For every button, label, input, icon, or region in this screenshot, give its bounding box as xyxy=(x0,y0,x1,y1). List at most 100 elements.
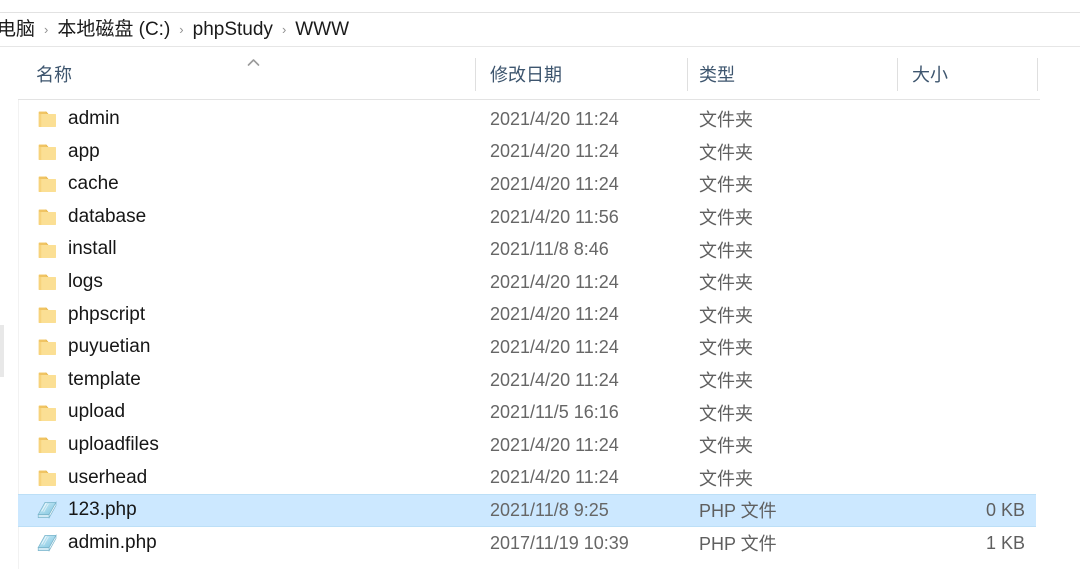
cell-type: 文件夹 xyxy=(699,403,753,424)
breadcrumb-item-3[interactable]: phpStudy xyxy=(193,13,273,47)
breadcrumb-item-1[interactable]: 电脑 xyxy=(0,13,35,47)
column-divider-3[interactable] xyxy=(897,58,898,91)
folder-icon xyxy=(36,336,58,358)
cell-size xyxy=(897,462,1025,495)
sort-ascending-icon xyxy=(247,58,260,67)
file-name-label: 123.php xyxy=(68,499,137,521)
breadcrumb-separator-icon: › xyxy=(281,22,287,37)
cell-name[interactable]: admin.php xyxy=(36,527,157,560)
cell-type: 文件夹 xyxy=(699,175,753,196)
cell-type: PHP 文件 xyxy=(699,534,777,555)
breadcrumb[interactable]: 电脑 › 本地磁盘 (C:) › phpStudy › WWW xyxy=(0,13,1080,47)
cell-date-modified: 2021/4/20 11:24 xyxy=(490,434,619,455)
folder-icon xyxy=(36,173,58,195)
table-row[interactable]: admin 2021/4/20 11:24 文件夹 xyxy=(0,103,1080,136)
column-header-date[interactable]: 修改日期 xyxy=(490,47,562,100)
file-name-label: cache xyxy=(68,173,119,195)
cell-type: 文件夹 xyxy=(699,338,753,359)
cell-size xyxy=(897,299,1025,332)
cell-date-modified: 2021/4/20 11:24 xyxy=(490,336,619,357)
cell-size xyxy=(897,136,1025,169)
cell-date-modified: 2021/4/20 11:24 xyxy=(490,108,619,129)
column-divider-4[interactable] xyxy=(1037,58,1038,91)
cell-name[interactable]: phpscript xyxy=(36,299,145,332)
cell-name[interactable]: database xyxy=(36,201,146,234)
cell-date-modified: 2021/4/20 11:24 xyxy=(490,369,619,390)
folder-icon xyxy=(36,369,58,391)
table-row[interactable]: phpscript 2021/4/20 11:24 文件夹 xyxy=(0,299,1080,332)
table-row[interactable]: puyuetian 2021/4/20 11:24 文件夹 xyxy=(0,331,1080,364)
cell-name[interactable]: app xyxy=(36,136,100,169)
column-divider-1[interactable] xyxy=(475,58,476,91)
table-row[interactable]: logs 2021/4/20 11:24 文件夹 xyxy=(0,266,1080,299)
file-name-label: upload xyxy=(68,401,126,423)
column-header-size-label: 大小 xyxy=(912,64,948,85)
cell-type: 文件夹 xyxy=(699,273,753,294)
cell-name[interactable]: admin xyxy=(36,103,120,136)
table-row[interactable]: database 2021/4/20 11:56 文件夹 xyxy=(0,201,1080,234)
cell-date-modified: 2021/4/20 11:24 xyxy=(490,304,619,325)
cell-name[interactable]: logs xyxy=(36,266,103,299)
cell-name[interactable]: userhead xyxy=(36,462,147,495)
table-row[interactable]: install 2021/11/8 8:46 文件夹 xyxy=(0,233,1080,266)
column-header-name[interactable]: 名称 xyxy=(36,47,72,100)
cell-size xyxy=(897,331,1025,364)
cell-date-modified: 2021/4/20 11:24 xyxy=(490,173,619,194)
file-name-label: database xyxy=(68,205,147,227)
table-row[interactable]: uploadfiles 2021/4/20 11:24 文件夹 xyxy=(0,429,1080,462)
cell-type: 文件夹 xyxy=(699,371,753,392)
folder-icon xyxy=(36,239,58,261)
table-row[interactable]: app 2021/4/20 11:24 文件夹 xyxy=(0,136,1080,169)
php-file-icon xyxy=(36,499,58,521)
cell-date-modified: 2021/11/8 8:46 xyxy=(490,239,609,260)
cell-name[interactable]: cache xyxy=(36,168,119,201)
table-row[interactable]: template 2021/4/20 11:24 文件夹 xyxy=(0,364,1080,397)
file-name-label: template xyxy=(68,368,141,390)
cell-type: 文件夹 xyxy=(699,142,753,163)
file-name-label: userhead xyxy=(68,466,148,488)
cell-size xyxy=(897,233,1025,266)
folder-icon xyxy=(36,467,58,489)
cell-date-modified: 2017/11/19 10:39 xyxy=(490,532,629,553)
folder-icon xyxy=(36,434,58,456)
column-divider-2[interactable] xyxy=(687,58,688,91)
cell-date-modified: 2021/4/20 11:24 xyxy=(490,141,619,162)
cell-type: 文件夹 xyxy=(699,110,753,131)
folder-icon xyxy=(36,141,58,163)
table-row-selected[interactable]: 123.php 2021/11/8 9:25 PHP 文件 0 KB xyxy=(0,494,1080,527)
cell-size xyxy=(897,429,1025,462)
file-name-label: puyuetian xyxy=(68,336,151,358)
column-header-bottom-divider xyxy=(18,99,1040,100)
cell-name[interactable]: upload xyxy=(36,396,125,429)
file-name-label: app xyxy=(68,140,100,162)
column-header-size[interactable]: 大小 xyxy=(912,47,948,100)
breadcrumb-item-4[interactable]: WWW xyxy=(295,13,349,47)
cell-date-modified: 2021/4/20 11:24 xyxy=(490,271,619,292)
cell-type: 文件夹 xyxy=(699,305,753,326)
table-row[interactable]: admin.php 2017/11/19 10:39 PHP 文件 1 KB xyxy=(0,527,1080,560)
file-list: admin 2021/4/20 11:24 文件夹 app 2021/4/20 11:2… xyxy=(0,103,1080,569)
cell-name[interactable]: uploadfiles xyxy=(36,429,159,462)
table-row[interactable]: cache 2021/4/20 11:24 文件夹 xyxy=(0,168,1080,201)
cell-type: 文件夹 xyxy=(699,208,753,229)
cell-name[interactable]: 123.php xyxy=(36,494,137,527)
file-name-label: uploadfiles xyxy=(68,433,159,455)
cell-type: 文件夹 xyxy=(699,436,753,457)
table-row[interactable]: userhead 2021/4/20 11:24 文件夹 xyxy=(0,462,1080,495)
cell-name[interactable]: puyuetian xyxy=(36,331,150,364)
cell-name[interactable]: install xyxy=(36,233,117,266)
cell-size xyxy=(897,364,1025,397)
breadcrumb-item-2[interactable]: 本地磁盘 (C:) xyxy=(57,13,170,47)
column-header-type[interactable]: 类型 xyxy=(699,47,735,100)
table-row[interactable]: upload 2021/11/5 16:16 文件夹 xyxy=(0,396,1080,429)
cell-type: 文件夹 xyxy=(699,240,753,261)
file-name-label: install xyxy=(68,238,117,260)
folder-icon xyxy=(36,304,58,326)
cell-type: 文件夹 xyxy=(699,468,753,489)
cell-size: 0 KB xyxy=(985,499,1025,520)
file-name-label: logs xyxy=(68,270,103,292)
php-file-icon xyxy=(36,532,58,554)
folder-icon xyxy=(36,206,58,228)
cell-name[interactable]: template xyxy=(36,364,141,397)
breadcrumb-separator-icon: › xyxy=(44,22,49,37)
